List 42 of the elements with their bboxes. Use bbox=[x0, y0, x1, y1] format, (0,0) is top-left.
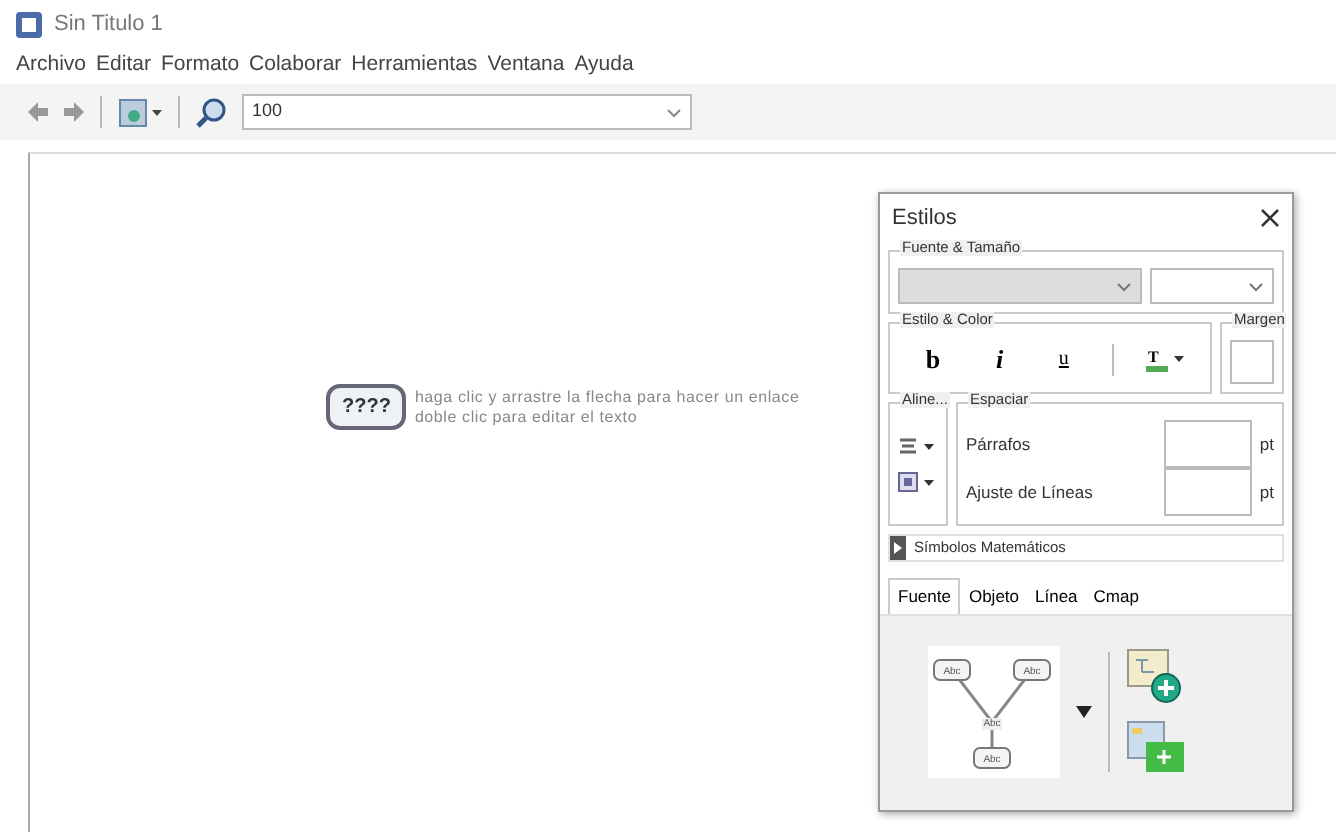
spacing-field[interactable] bbox=[1163, 420, 1252, 468]
tab[interactable]: Cmap bbox=[1085, 578, 1147, 614]
caret-icon[interactable] bbox=[1076, 706, 1092, 719]
menu-item[interactable]: Archivo bbox=[16, 50, 87, 82]
menu-item[interactable]: Editar bbox=[96, 50, 151, 82]
chevron-icon bbox=[1116, 281, 1132, 291]
chevron-icon bbox=[666, 107, 682, 117]
field-label: Párrafos bbox=[966, 431, 1033, 457]
concept-node[interactable]: ???? bbox=[326, 384, 407, 430]
font-dropdown[interactable] bbox=[898, 268, 1142, 304]
italic-button[interactable]: i bbox=[983, 340, 1016, 379]
size-dropdown[interactable] bbox=[1150, 268, 1274, 304]
tab[interactable]: Objeto bbox=[960, 578, 1028, 614]
add-map-icon[interactable] bbox=[1126, 648, 1182, 705]
field-label: Ajuste de Líneas bbox=[966, 479, 1095, 505]
align-dropdown-icon[interactable] bbox=[898, 436, 938, 456]
unit-label: pt bbox=[1259, 431, 1274, 457]
add-folder-icon[interactable] bbox=[1126, 720, 1186, 777]
margin-field[interactable] bbox=[1230, 340, 1274, 384]
menu-item[interactable]: Colaborar bbox=[249, 50, 342, 82]
back-arrow-icon[interactable] bbox=[28, 102, 48, 122]
window-dropdown-icon[interactable] bbox=[118, 96, 162, 128]
menu-item[interactable]: Ventana bbox=[487, 50, 565, 82]
window-title: Sin Titulo 1 bbox=[54, 9, 163, 40]
spacing-field[interactable] bbox=[1163, 468, 1252, 516]
tab[interactable]: Línea bbox=[1027, 578, 1086, 614]
menu-item[interactable]: Ayuda bbox=[574, 50, 634, 82]
app-icon bbox=[16, 11, 42, 37]
hint-text: haga clic y arrastre la flecha para hacer un enlace doble clic para editar el texto bbox=[414, 388, 800, 426]
underline-button[interactable]: u bbox=[1046, 344, 1081, 375]
bold-button[interactable]: b bbox=[913, 340, 953, 379]
unit-label: pt bbox=[1259, 479, 1274, 505]
zoom-field[interactable]: 100 bbox=[242, 94, 692, 130]
chevron-icon bbox=[1248, 281, 1264, 291]
menu-item[interactable]: Herramientas bbox=[351, 50, 478, 82]
menu-item[interactable]: Formato bbox=[160, 50, 240, 82]
forward-arrow-icon[interactable] bbox=[64, 102, 84, 122]
tab[interactable]: Fuente bbox=[888, 578, 961, 614]
close-icon[interactable] bbox=[1260, 208, 1280, 228]
zoom-icon[interactable] bbox=[196, 97, 226, 127]
panel-title: Estilos bbox=[892, 203, 957, 234]
position-dropdown-icon[interactable] bbox=[898, 472, 938, 492]
